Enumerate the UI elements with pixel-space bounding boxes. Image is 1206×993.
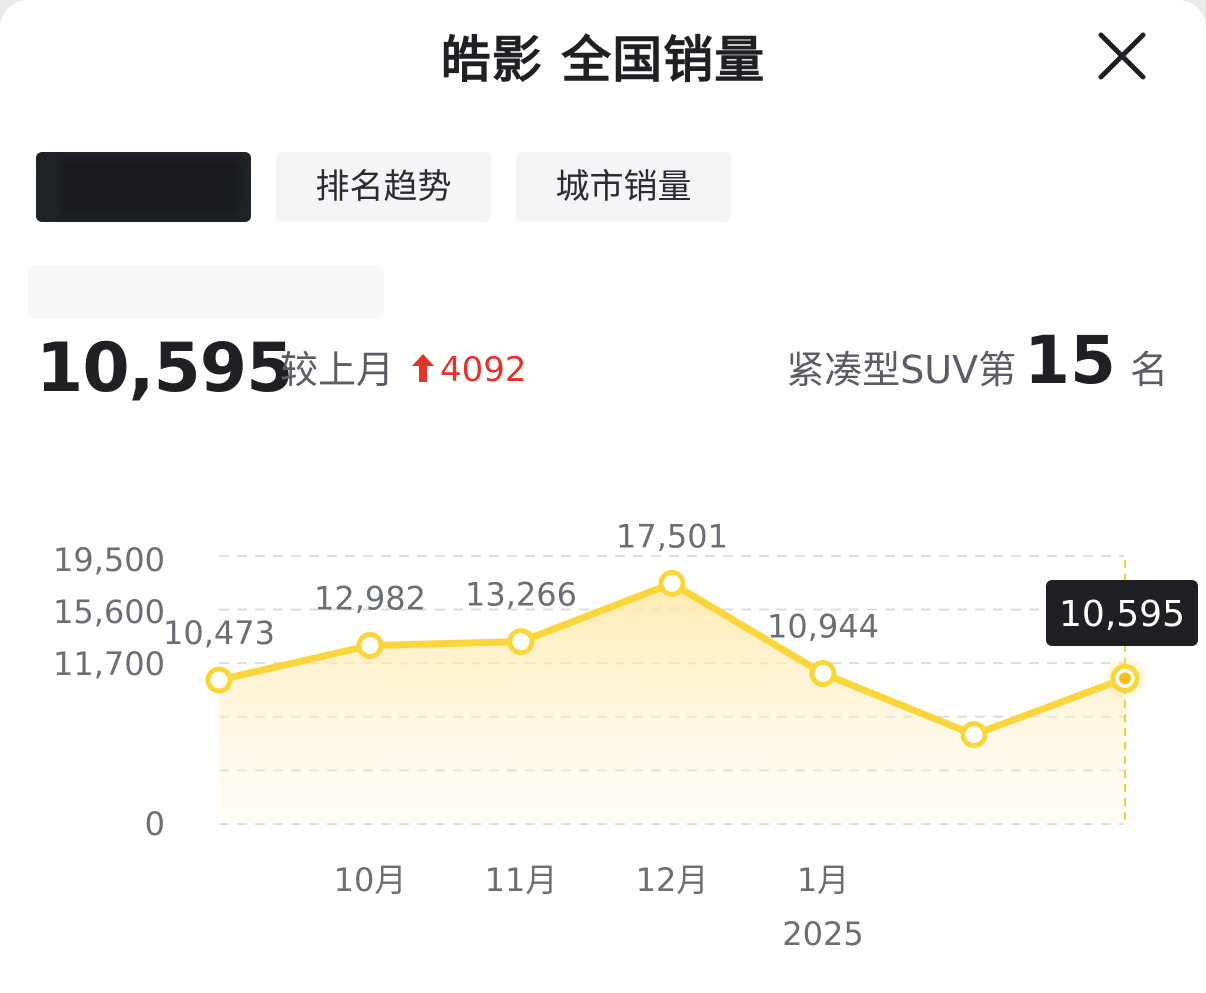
x-tick-label: 12月 [636,861,709,899]
data-label: 10,473 [163,614,275,652]
data-label: 10,944 [767,608,879,646]
x-tick-label: 11月 [485,861,558,899]
data-point[interactable] [356,632,384,660]
data-point[interactable] [809,660,837,688]
x-tick-label: 1月 [797,861,849,899]
y-tick-label: 15,600 [53,593,165,631]
sales-sheet: 皓影 全国销量 排名趋势 城市销量 10,595 较上月 4092 紧凑型SUV… [0,0,1206,993]
y-tick-label: 19,500 [53,541,165,579]
data-point[interactable] [658,569,686,597]
data-label: 17,501 [616,517,728,555]
x-year-label: 2025 [782,915,863,953]
data-point[interactable] [507,628,535,656]
tooltip-value: 10,595 [1059,594,1185,635]
data-point-selected-core [1119,672,1131,685]
data-point[interactable] [205,666,233,694]
x-tick-label: 10月 [334,861,407,899]
data-point[interactable] [960,721,988,749]
series-area [219,583,1125,824]
y-tick-label: 0 [145,805,165,843]
data-label: 12,982 [314,580,426,618]
sales-line-chart: 10,473 12,982 13,266 17,501 10,944 19,500 15,… [53,517,1198,953]
data-label: 13,266 [465,576,577,614]
y-tick-label: 11,700 [53,645,165,683]
